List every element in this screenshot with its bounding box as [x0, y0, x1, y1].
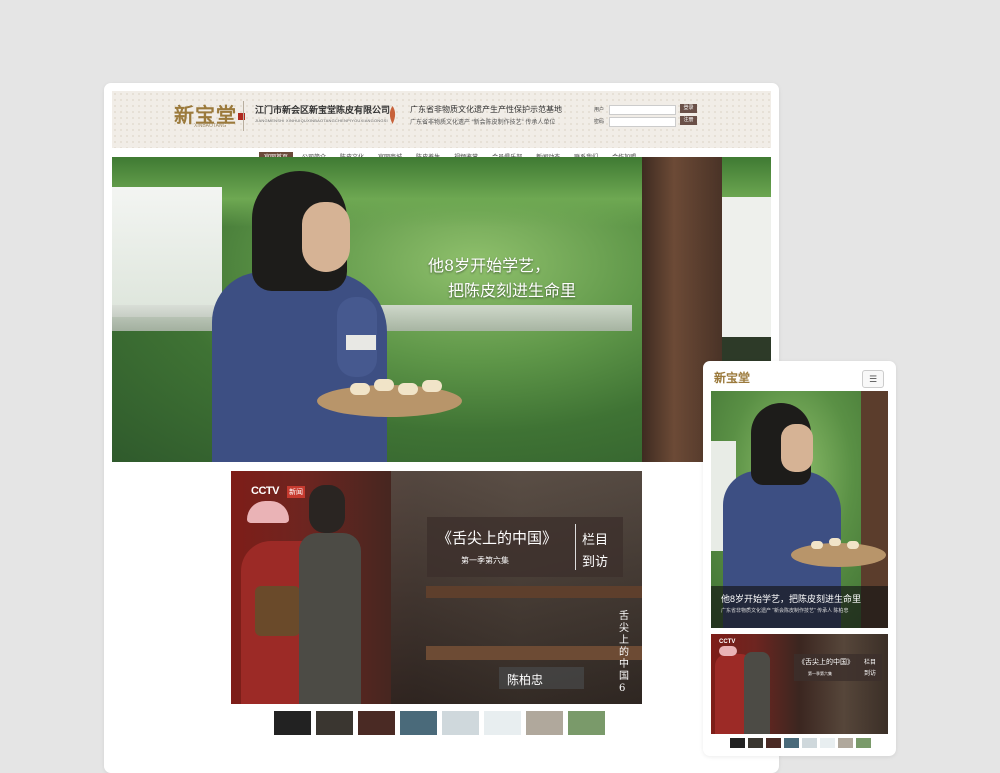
mobile-caption-2: 广东省非物质文化遗产 “新会陈皮制作技艺” 传承人 陈柏忠: [721, 608, 849, 614]
peel-piece: [829, 538, 841, 546]
thumbnail-strip: [274, 711, 605, 735]
mobile-video-feature[interactable]: CCTV 《舌尖上的中国》 第一季第六集 栏目 到访: [711, 634, 888, 734]
slogan-line1: 广东省非物质文化遗产生产性保护示范基地: [410, 105, 562, 114]
shelf: [426, 646, 642, 660]
man-figure-face: [781, 424, 813, 472]
peel-piece: [847, 541, 859, 549]
mobile-tag-line1: 栏目: [864, 660, 877, 666]
person-figure: [744, 652, 770, 734]
thumbnail[interactable]: [730, 738, 745, 748]
peel-piece: [374, 379, 394, 391]
video-vertical-text: 舌尖上的中国6: [619, 611, 629, 694]
thumbnail[interactable]: [568, 711, 605, 735]
person-cap: [247, 501, 289, 523]
mobile-hero-banner[interactable]: 他8岁开始学艺，把陈皮刻进生命里 广东省非物质文化遗产 “新会陈皮制作技艺” 传…: [711, 391, 888, 628]
thumbnail[interactable]: [484, 711, 521, 735]
video-feature[interactable]: CCTV 新闻 《舌尖上的中国》 第一季第六集 栏目 到访 舌尖上的中国6 陈柏…: [231, 471, 642, 704]
company-name: 江门市新会区新宝堂陈皮有限公司: [255, 105, 391, 115]
thumbnail[interactable]: [442, 711, 479, 735]
thumbnail[interactable]: [766, 738, 781, 748]
thumbnail[interactable]: [856, 738, 871, 748]
thumbnail[interactable]: [838, 738, 853, 748]
man-figure-cuff: [346, 335, 376, 350]
mobile-thumbnail-strip: [730, 738, 871, 748]
peel-piece: [350, 383, 370, 395]
desktop-page: 新宝堂 XINBAOTANG 江门市新会区新宝堂陈皮有限公司 JIANGMENS…: [112, 91, 771, 771]
mobile-cctv-logo: CCTV: [719, 639, 736, 645]
thumbnail[interactable]: [274, 711, 311, 735]
banner-headline-2: 把陈皮刻进生命里: [448, 281, 577, 300]
thumbnail[interactable]: [400, 711, 437, 735]
person-figure: [299, 533, 361, 704]
login-button[interactable]: 登录: [680, 104, 697, 113]
video-tag-line2: 到访: [582, 554, 609, 569]
logo-subtitle: XINBAOTANG: [194, 123, 227, 129]
banner-headline-1: 他8岁开始学艺，: [428, 256, 551, 275]
peel-basket: [791, 543, 886, 567]
mobile-mockup: 新宝堂 ☰ 他8岁开始学艺，把陈皮刻进生命里 广东省非物质文化遗产 “新会陈皮制…: [703, 361, 896, 756]
video-program-title: 《舌尖上的中国》: [437, 529, 558, 547]
mobile-episode: 第一季第六集: [808, 671, 832, 676]
desktop-mockup: 新宝堂 XINBAOTANG 江门市新会区新宝堂陈皮有限公司 JIANGMENS…: [104, 83, 779, 773]
peel-piece: [422, 380, 442, 392]
peel-piece: [811, 541, 823, 549]
video-tag-line1: 栏目: [582, 532, 609, 547]
video-episode: 第一季第六集: [461, 556, 509, 565]
cctv-logo: CCTV: [251, 485, 279, 497]
sky-right: [717, 197, 771, 357]
thumbnail[interactable]: [358, 711, 395, 735]
site-header: 新宝堂 XINBAOTANG 江门市新会区新宝堂陈皮有限公司 JIANGMENS…: [112, 91, 771, 148]
register-button[interactable]: 注册: [680, 116, 697, 125]
sky-left: [112, 187, 222, 317]
man-figure-face: [302, 202, 350, 272]
person-head: [309, 485, 345, 533]
thumbnail[interactable]: [316, 711, 353, 735]
cctv-sub-label: 新闻: [287, 486, 305, 498]
company-name-en: JIANGMENSHI XINHUIQUXINBAOTANGCHENPIYOUX…: [255, 118, 388, 123]
peel-piece: [398, 383, 418, 395]
header-divider: [243, 101, 244, 131]
person-bag: [255, 586, 300, 636]
video-title-divider: [575, 524, 576, 570]
video-person-name: 陈柏忠: [507, 673, 544, 687]
mobile-tag-line2: 到访: [864, 671, 877, 677]
thumbnail[interactable]: [820, 738, 835, 748]
mobile-program-title: 《舌尖上的中国》: [798, 659, 854, 666]
thumbnail[interactable]: [784, 738, 799, 748]
slogan-line2: 广东省非物质文化遗产 “新会陈皮制作技艺” 传承人单位: [410, 120, 556, 126]
mobile-logo[interactable]: 新宝堂: [714, 369, 750, 386]
shelf: [426, 586, 642, 598]
password-label: 密码: [594, 119, 605, 125]
password-input[interactable]: [609, 117, 676, 127]
person-cap: [719, 646, 737, 656]
username-input[interactable]: [609, 105, 676, 115]
thumbnail[interactable]: [802, 738, 817, 748]
hamburger-icon[interactable]: ☰: [862, 370, 884, 388]
hero-banner[interactable]: 他8岁开始学艺， 把陈皮刻进生命里: [112, 157, 771, 462]
fish-icon: [389, 106, 396, 124]
thumbnail[interactable]: [526, 711, 563, 735]
mobile-caption-1: 他8岁开始学艺，把陈皮刻进生命里: [721, 594, 862, 604]
username-label: 用户: [594, 107, 605, 113]
thumbnail[interactable]: [748, 738, 763, 748]
